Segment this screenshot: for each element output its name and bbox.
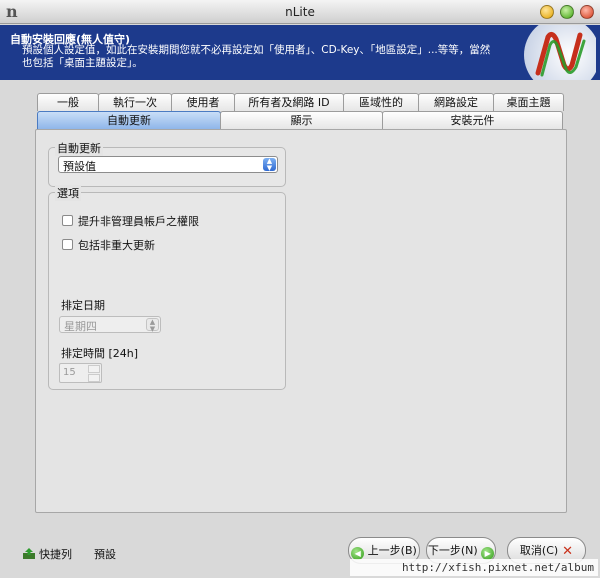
select-value: 星期四 xyxy=(64,320,97,333)
auto-update-select[interactable]: 預設值 ▲ ▼ xyxy=(58,156,278,173)
schedule-time-label: 排定時間 [24h] xyxy=(61,347,139,360)
stepper-down-button[interactable] xyxy=(88,374,100,382)
checkbox-label: 提升非管理員帳戶之權限 xyxy=(78,215,199,228)
tab-run-once[interactable]: 執行一次 xyxy=(98,93,172,111)
header-banner: 自動安裝回應(無人值守) 預設個人設定值，如此在安裝期間您就不必再設定如「使用者… xyxy=(0,25,600,80)
tab-users[interactable]: 使用者 xyxy=(171,93,235,111)
tab-automatic-updates[interactable]: 自動更新 xyxy=(37,111,221,129)
auto-update-group: 自動更新 預設值 ▲ ▼ xyxy=(48,140,286,187)
updown-arrows-icon: ▲ ▼ xyxy=(146,318,159,332)
preset-link[interactable]: 預設 xyxy=(94,546,116,562)
tab-display[interactable]: 顯示 xyxy=(220,111,383,129)
window-title: nLite xyxy=(285,5,315,19)
include-non-critical-checkbox[interactable]: 包括非重大更新 xyxy=(62,237,155,253)
group-legend: 選項 xyxy=(55,185,81,201)
cancel-label: 取消(C) xyxy=(519,544,559,557)
shortcut-label: 快捷列 xyxy=(39,548,72,561)
watermark-url: http://xfish.pixnet.net/album xyxy=(350,559,598,576)
tab-regional[interactable]: 區域性的 xyxy=(343,93,419,111)
next-label: 下一步(N) xyxy=(427,544,478,557)
checkbox-box[interactable] xyxy=(62,215,73,226)
schedule-day-select[interactable]: 星期四 ▲ ▼ xyxy=(59,316,161,333)
tab-content-panel: 自動更新 預設值 ▲ ▼ 選項 提升非管理員帳戶之權限 包括非重大更新 排定日期 … xyxy=(35,129,567,513)
nlite-logo-icon xyxy=(524,25,596,80)
maximize-button[interactable] xyxy=(560,5,574,19)
shortcut-link[interactable]: 快捷列 xyxy=(22,546,72,562)
group-legend: 自動更新 xyxy=(55,140,103,156)
minimize-button[interactable] xyxy=(540,5,554,19)
schedule-day-label: 排定日期 xyxy=(61,299,105,312)
close-button[interactable] xyxy=(580,5,594,19)
back-label: 上一步(B) xyxy=(367,544,417,557)
elevate-non-admin-checkbox[interactable]: 提升非管理員帳戶之權限 xyxy=(62,213,199,229)
updown-arrows-icon: ▲ ▼ xyxy=(263,158,276,171)
title-bar: n nLite xyxy=(0,0,600,24)
tab-row-2: 自動更新 顯示 安裝元件 xyxy=(37,111,563,129)
shortcut-icon xyxy=(23,548,35,559)
stepper-value: 15 xyxy=(63,367,76,378)
tab-row-1: 一般 執行一次 使用者 所有者及網路 ID 區域性的 網路設定 桌面主題 xyxy=(37,93,564,111)
tab-owner-network-id[interactable]: 所有者及網路 ID xyxy=(234,93,344,111)
select-value: 預設值 xyxy=(63,160,96,173)
tab-desktop-themes[interactable]: 桌面主題 xyxy=(493,93,564,111)
schedule-time-stepper[interactable]: 15 xyxy=(59,363,102,383)
tab-components[interactable]: 安裝元件 xyxy=(382,111,563,129)
banner-description: 預設個人設定值，如此在安裝期間您就不必再設定如「使用者」、CD-Key、「地區設… xyxy=(22,44,491,69)
tab-network-settings[interactable]: 網路設定 xyxy=(418,93,494,111)
stepper-up-button[interactable] xyxy=(88,365,100,373)
checkbox-label: 包括非重大更新 xyxy=(78,239,155,252)
checkbox-box[interactable] xyxy=(62,239,73,250)
options-group: 選項 提升非管理員帳戶之權限 包括非重大更新 排定日期 星期四 ▲ ▼ 排定時間 … xyxy=(48,185,286,390)
tab-general[interactable]: 一般 xyxy=(37,93,99,111)
